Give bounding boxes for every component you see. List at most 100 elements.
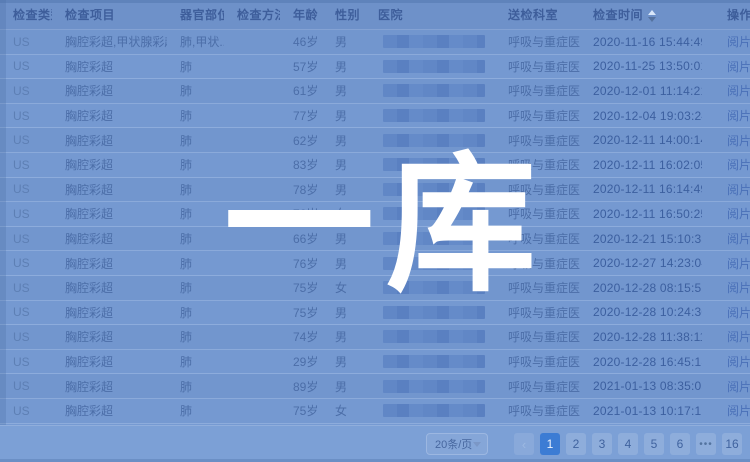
view-images-link[interactable]: 阅片 bbox=[727, 404, 750, 418]
cell-item: 胸腔彩超 bbox=[52, 205, 167, 222]
redaction-block bbox=[383, 207, 485, 220]
cell-item: 胸腔彩超 bbox=[52, 353, 167, 370]
cell-action: 阅片 bbox=[702, 378, 750, 395]
page-button-5[interactable]: 5 bbox=[644, 433, 664, 455]
cell-type: US bbox=[0, 207, 52, 221]
view-images-link[interactable]: 阅片 bbox=[727, 109, 750, 123]
table-row[interactable]: US胸腔彩超肺75岁女呼吸与重症医...2021-01-13 10:17:16阅… bbox=[0, 399, 750, 424]
view-images-link[interactable]: 阅片 bbox=[727, 355, 750, 369]
cell-hospital bbox=[365, 404, 495, 417]
page-button-4[interactable]: 4 bbox=[618, 433, 638, 455]
cell-organ: 肺 bbox=[167, 328, 224, 345]
table-row[interactable]: US胸腔彩超肺89岁男呼吸与重症医...2021-01-13 08:35:05阅… bbox=[0, 374, 750, 399]
cell-age: 89岁 bbox=[280, 378, 322, 395]
view-images-link[interactable]: 阅片 bbox=[727, 306, 750, 320]
table-row[interactable]: US胸腔彩超肺75岁男呼吸与重症医...2020-12-28 10:24:30阅… bbox=[0, 301, 750, 326]
view-images-link[interactable]: 阅片 bbox=[727, 232, 750, 246]
table-row[interactable]: US胸腔彩超肺61岁男呼吸与重症医...2020-12-01 11:14:21阅… bbox=[0, 79, 750, 104]
table-row[interactable]: US胸腔彩超肺76岁男呼吸与重症医...2020-12-27 14:23:04阅… bbox=[0, 251, 750, 276]
cell-action: 阅片 bbox=[702, 304, 750, 321]
redaction-block bbox=[383, 257, 485, 270]
column-header-time[interactable]: 检查时间 bbox=[580, 6, 702, 23]
page-button-1[interactable]: 1 bbox=[540, 433, 560, 455]
table-row[interactable]: US胸腔彩超肺78岁男呼吸与重症医...2020-12-11 16:14:49阅… bbox=[0, 178, 750, 203]
view-images-link[interactable]: 阅片 bbox=[727, 35, 750, 49]
cell-type: US bbox=[0, 35, 52, 49]
view-images-link[interactable]: 阅片 bbox=[727, 84, 750, 98]
cell-item: 胸腔彩超 bbox=[52, 255, 167, 272]
cell-hospital bbox=[365, 134, 495, 147]
page-button-2[interactable]: 2 bbox=[566, 433, 586, 455]
table-body: US胸腔彩超,甲状腺彩超肺,甲状...46岁男呼吸与重症医...2020-11-… bbox=[0, 30, 750, 424]
cell-organ: 肺,甲状... bbox=[167, 33, 224, 50]
cell-age: 29岁 bbox=[280, 353, 322, 370]
pagination-ellipsis[interactable]: ••• bbox=[696, 433, 716, 455]
view-images-link[interactable]: 阅片 bbox=[727, 60, 750, 74]
view-images-link[interactable]: 阅片 bbox=[727, 380, 750, 394]
cell-time: 2020-12-01 11:14:21 bbox=[580, 84, 702, 98]
page-button-16[interactable]: 16 bbox=[722, 433, 742, 455]
table-row[interactable]: US胸腔彩超肺74岁男呼吸与重症医...2020-12-28 11:38:11阅… bbox=[0, 325, 750, 350]
cell-action: 阅片 bbox=[702, 181, 750, 198]
cell-time: 2021-01-13 10:17:16 bbox=[580, 404, 702, 418]
view-images-link[interactable]: 阅片 bbox=[727, 281, 750, 295]
exam-list-screen: 检查类型检查项目器官部位检查方法年龄性别医院送检科室检查时间操作 US胸腔彩超,… bbox=[0, 0, 750, 462]
cell-organ: 肺 bbox=[167, 279, 224, 296]
pagination-prev-button[interactable]: ‹ bbox=[514, 433, 534, 455]
cell-age: 77岁 bbox=[280, 107, 322, 124]
table-row[interactable]: US胸腔彩超肺77岁男呼吸与重症医...2020-12-04 19:03:24阅… bbox=[0, 104, 750, 129]
cell-item: 胸腔彩超 bbox=[52, 378, 167, 395]
cell-action: 阅片 bbox=[702, 205, 750, 222]
cell-organ: 肺 bbox=[167, 58, 224, 75]
table-row[interactable]: US胸腔彩超肺66岁男呼吸与重症医...2020-12-21 15:10:33阅… bbox=[0, 227, 750, 252]
cell-time: 2020-12-21 15:10:33 bbox=[580, 232, 702, 246]
cell-type: US bbox=[0, 256, 52, 270]
sort-caret-icon[interactable] bbox=[648, 10, 656, 22]
cell-hospital bbox=[365, 330, 495, 343]
redaction-block bbox=[383, 330, 485, 343]
column-header-organ: 器官部位 bbox=[167, 6, 224, 23]
cell-type: US bbox=[0, 182, 52, 196]
exam-table: 检查类型检查项目器官部位检查方法年龄性别医院送检科室检查时间操作 US胸腔彩超,… bbox=[0, 0, 750, 425]
table-row[interactable]: US胸腔彩超肺76岁女呼吸与重症医...2020-12-11 16:50:25阅… bbox=[0, 202, 750, 227]
table-row[interactable]: US胸腔彩超肺57岁男呼吸与重症医...2020-11-25 13:50:01阅… bbox=[0, 55, 750, 80]
cell-age: 61岁 bbox=[280, 82, 322, 99]
table-row[interactable]: US胸腔彩超肺75岁女呼吸与重症医...2020-12-28 08:15:51阅… bbox=[0, 276, 750, 301]
view-images-link[interactable]: 阅片 bbox=[727, 134, 750, 148]
cell-gender: 男 bbox=[322, 230, 365, 247]
view-images-link[interactable]: 阅片 bbox=[727, 330, 750, 344]
view-images-link[interactable]: 阅片 bbox=[727, 207, 750, 221]
cell-age: 75岁 bbox=[280, 279, 322, 296]
cell-time: 2021-01-13 08:35:05 bbox=[580, 379, 702, 393]
cell-item: 胸腔彩超 bbox=[52, 58, 167, 75]
cell-time: 2020-12-28 11:38:11 bbox=[580, 330, 702, 344]
redaction-block bbox=[383, 158, 485, 171]
page-button-6[interactable]: 6 bbox=[670, 433, 690, 455]
table-row[interactable]: US胸腔彩超肺29岁男呼吸与重症医...2020-12-28 16:45:18阅… bbox=[0, 350, 750, 375]
redaction-block bbox=[383, 183, 485, 196]
table-row[interactable]: US胸腔彩超肺62岁男呼吸与重症医...2020-12-11 14:00:14阅… bbox=[0, 128, 750, 153]
table-row[interactable]: US胸腔彩超,甲状腺彩超肺,甲状...46岁男呼吸与重症医...2020-11-… bbox=[0, 30, 750, 55]
cell-type: US bbox=[0, 232, 52, 246]
cell-type: US bbox=[0, 158, 52, 172]
page-button-3[interactable]: 3 bbox=[592, 433, 612, 455]
table-row[interactable]: US胸腔彩超肺83岁男呼吸与重症医...2020-12-11 16:02:05阅… bbox=[0, 153, 750, 178]
redaction-block bbox=[383, 84, 485, 97]
cell-item: 胸腔彩超 bbox=[52, 328, 167, 345]
cell-gender: 男 bbox=[322, 328, 365, 345]
redaction-block bbox=[383, 380, 485, 393]
cell-time: 2020-12-11 16:50:25 bbox=[580, 207, 702, 221]
view-images-link[interactable]: 阅片 bbox=[727, 183, 750, 197]
view-images-link[interactable]: 阅片 bbox=[727, 158, 750, 172]
cell-gender: 男 bbox=[322, 132, 365, 149]
cell-type: US bbox=[0, 404, 52, 418]
cell-dept: 呼吸与重症医... bbox=[495, 132, 580, 149]
left-edge-shade bbox=[0, 0, 6, 425]
redaction-block bbox=[383, 281, 485, 294]
cell-time: 2020-12-28 10:24:30 bbox=[580, 305, 702, 319]
view-images-link[interactable]: 阅片 bbox=[727, 257, 750, 271]
page-size-select[interactable]: 20条/页 bbox=[426, 433, 488, 455]
cell-hospital bbox=[365, 158, 495, 171]
cell-organ: 肺 bbox=[167, 353, 224, 370]
cell-gender: 男 bbox=[322, 58, 365, 75]
